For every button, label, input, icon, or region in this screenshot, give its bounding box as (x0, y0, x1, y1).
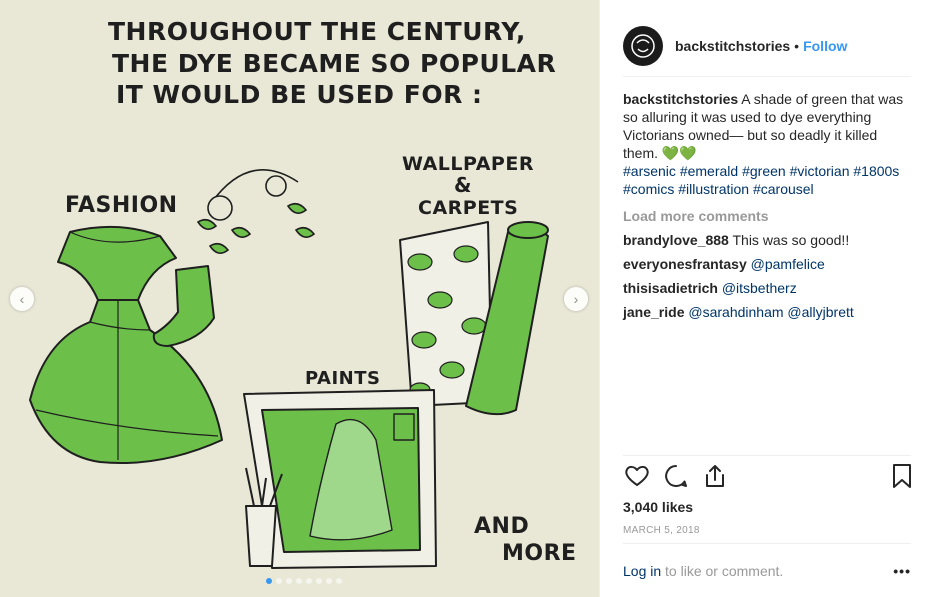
caption-username[interactable]: backstitchstories (623, 91, 738, 107)
wallpaper-drawing (399, 221, 549, 416)
comment-mention[interactable]: @sarahdinham (688, 304, 783, 320)
chevron-left-icon: ‹ (19, 291, 25, 307)
more-icon[interactable]: ••• (893, 563, 911, 579)
label-amp: & (454, 173, 472, 197)
share-icon[interactable] (701, 462, 729, 490)
next-slide-button[interactable]: › (564, 287, 588, 311)
hashtag-link[interactable]: #1800s (853, 163, 899, 179)
slide-dot (285, 578, 292, 584)
slide-dot (295, 578, 302, 584)
label-carpets: CARPETS (418, 197, 518, 219)
hashtag-link[interactable]: #illustration (678, 181, 749, 197)
illustration: THROUGHOUT THE CENTURY, THE DYE BECAME S… (29, 17, 577, 569)
action-bar (623, 462, 911, 494)
header-separator: • (794, 38, 800, 54)
comment-username[interactable]: jane_ride (623, 304, 684, 320)
title-line-1: THROUGHOUT THE CENTURY, (108, 17, 526, 46)
title-line-3: IT WOULD BE USED FOR : (116, 80, 483, 109)
post-header: backstitchstories • Follow (623, 16, 911, 76)
avatar[interactable] (623, 26, 663, 66)
post-image[interactable]: THROUGHOUT THE CENTURY, THE DYE BECAME S… (0, 0, 599, 597)
comment-username[interactable]: everyonesfrantasy (623, 256, 747, 272)
heart-icon[interactable] (623, 462, 651, 490)
hashtag-link[interactable]: #comics (623, 181, 674, 197)
slide-indicator (0, 578, 599, 584)
comments-section: backstitchstories A shade of green that … (623, 90, 911, 321)
login-footer: Log in to like or comment. ••• (623, 563, 911, 579)
caption: backstitchstories A shade of green that … (623, 90, 911, 198)
follow-button[interactable]: Follow (803, 38, 847, 54)
hashtag-link[interactable]: #green (742, 163, 786, 179)
hashtag-link[interactable]: #carousel (753, 181, 814, 197)
comment-text: This was so good!! (732, 232, 850, 248)
actions-divider (623, 455, 911, 456)
shoe-drawing (152, 265, 215, 347)
comment-item: jane_ride @sarahdinham @allyjbrett (623, 303, 911, 321)
label-more: MORE (502, 541, 577, 566)
bookmark-icon[interactable] (888, 462, 916, 490)
label-paints: PAINTS (305, 368, 380, 389)
login-prompt-text: to like or comment. (661, 563, 784, 579)
label-and: AND (474, 514, 529, 539)
slide-dot (275, 578, 282, 584)
login-link[interactable]: Log in (623, 563, 661, 579)
comment-username[interactable]: brandylove_888 (623, 232, 729, 248)
footer-divider (623, 543, 911, 544)
hashtag-link[interactable]: #emerald (680, 163, 738, 179)
previous-slide-button[interactable]: ‹ (10, 287, 34, 311)
slide-dot (305, 578, 312, 584)
slide-dot (315, 578, 322, 584)
green-heart-emoji: 💚💚 (661, 145, 697, 161)
post-date: MARCH 5, 2018 (623, 525, 700, 536)
comment-item: everyonesfrantasy @pamfelice (623, 255, 911, 273)
comment-item: thisisadietrich @itsbetherz (623, 279, 911, 297)
slide-dot (335, 578, 342, 584)
load-more-comments-button[interactable]: Load more comments (623, 207, 911, 225)
label-wallpaper: WALLPAPER (402, 153, 534, 175)
header-username[interactable]: backstitchstories (675, 38, 790, 54)
hashtag-link[interactable]: #arsenic (623, 163, 676, 179)
dress-drawing (29, 225, 223, 465)
post-sidebar: backstitchstories • Follow backstitchsto… (599, 0, 932, 597)
header-divider (623, 76, 911, 77)
caption-hashtags: #arsenic #emerald #green #victorian #180… (623, 162, 911, 198)
avatar-logo-icon (631, 34, 655, 58)
slide-dot (325, 578, 332, 584)
likes-count[interactable]: 3,040 likes (623, 499, 693, 515)
label-fashion: FASHION (65, 193, 178, 218)
comment-mention[interactable]: @allyjbrett (787, 304, 853, 320)
comment-icon[interactable] (662, 462, 690, 490)
chevron-right-icon: › (573, 291, 579, 307)
comment-mention[interactable]: @pamfelice (751, 256, 825, 272)
title-line-2: THE DYE BECAME SO POPULAR (112, 49, 556, 78)
comment-mention[interactable]: @itsbetherz (722, 280, 797, 296)
comment-item: brandylove_888 This was so good!! (623, 231, 911, 249)
slide-dot (265, 578, 272, 584)
comment-username[interactable]: thisisadietrich (623, 280, 718, 296)
hashtag-link[interactable]: #victorian (790, 163, 850, 179)
wreath-drawing (196, 169, 316, 254)
